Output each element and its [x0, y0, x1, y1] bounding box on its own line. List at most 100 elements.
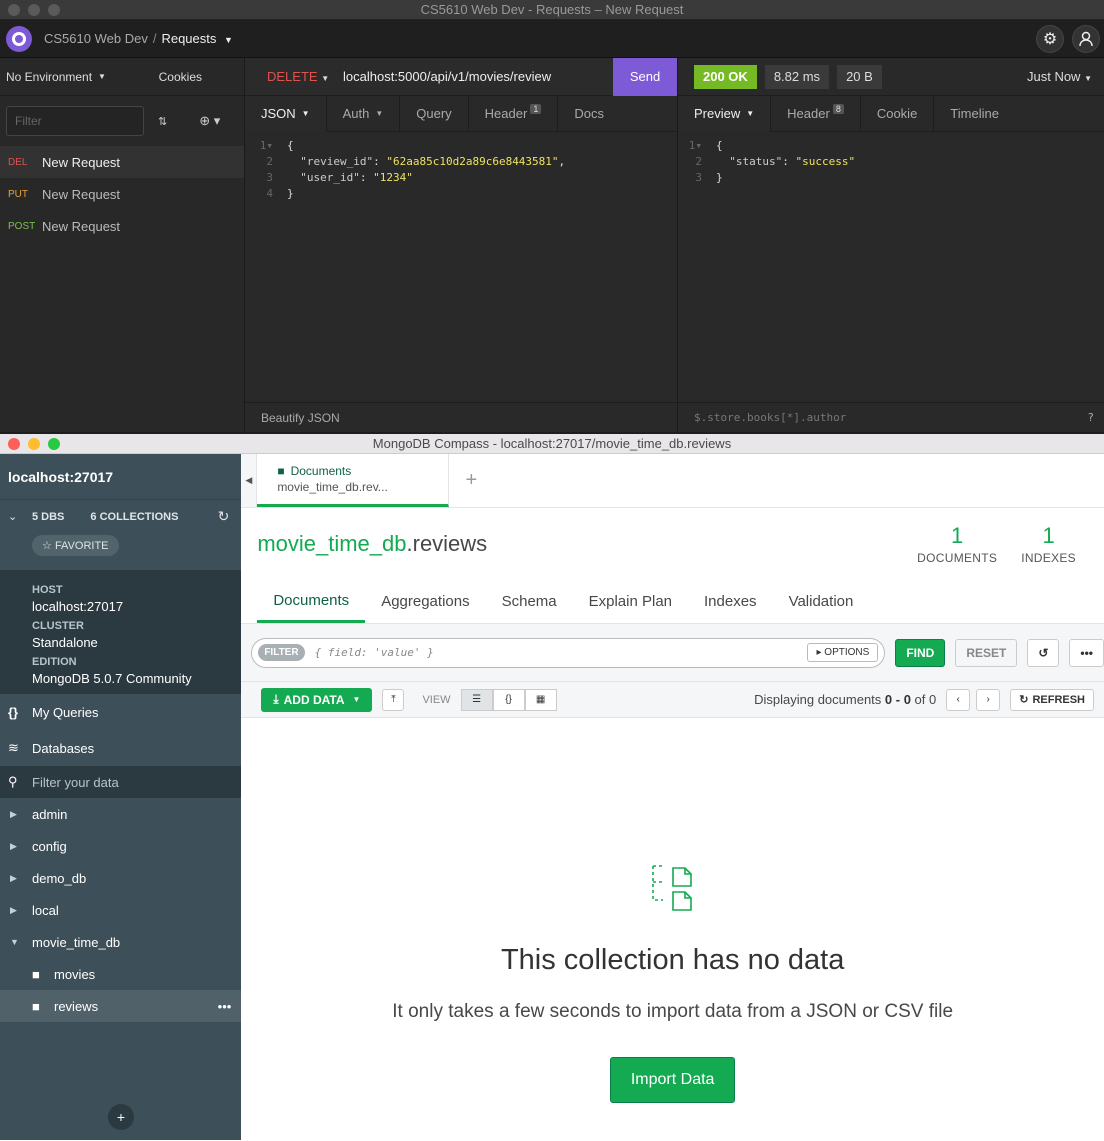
subtab-validation[interactable]: Validation	[773, 580, 870, 623]
connection-title: localhost:27017	[0, 454, 242, 500]
namespace-db: movie_time_db	[257, 531, 407, 556]
url-input[interactable]: localhost:5000/api/v1/movies/review	[343, 69, 613, 84]
import-data-button[interactable]: Import Data	[609, 1057, 736, 1103]
breadcrumb-separator: /	[152, 31, 157, 46]
refresh-icon: ↻	[1019, 694, 1029, 706]
subtab-documents[interactable]: Documents	[257, 580, 366, 623]
method-badge: POST	[8, 220, 36, 232]
filter-data-input[interactable]: ⚲ Filter your data	[0, 766, 242, 798]
subtab-schema[interactable]: Schema	[486, 580, 573, 623]
db-item-demo-db[interactable]: ▶ demo_db	[0, 862, 241, 894]
create-database-plus-icon[interactable]: +	[108, 1104, 134, 1130]
json-key: "user_id"	[300, 171, 360, 184]
reset-button[interactable]: RESET	[955, 638, 1018, 667]
nav-databases[interactable]: ≋ Databases	[0, 730, 241, 766]
refresh-button[interactable]: ↻ REFRESH	[1010, 688, 1094, 711]
workspace-name: CS5610 Web Dev	[44, 31, 148, 46]
tab-cookie[interactable]: Cookie	[861, 95, 935, 132]
tab-docs[interactable]: Docs	[558, 96, 620, 132]
caret-right-icon: ▶	[10, 808, 17, 819]
nav-my-queries[interactable]: {} My Queries	[0, 694, 241, 730]
more-icon[interactable]: •••	[1069, 638, 1104, 667]
table-view-icon[interactable]: ▦	[524, 688, 557, 711]
beautify-json-button[interactable]: Beautify JSON	[245, 402, 677, 432]
account-user-icon[interactable]	[1072, 24, 1100, 53]
database-icon: ≋	[8, 740, 19, 755]
help-icon[interactable]: ?	[1087, 411, 1094, 424]
method-badge: DEL	[8, 156, 28, 168]
chevron-right-icon[interactable]: ›	[976, 688, 1001, 711]
new-tab-plus-icon[interactable]: +	[449, 454, 493, 507]
db-item-movie-time-db[interactable]: ▼ movie_time_db	[0, 926, 241, 958]
folder-icon: ■	[32, 966, 40, 982]
tab-query[interactable]: Query	[400, 95, 469, 132]
tab-documents-reviews[interactable]: ■ Documents movie_time_db.rev...	[257, 454, 450, 507]
options-button[interactable]: ▸ OPTIONS	[807, 643, 879, 662]
info-value: MongoDB 5.0.7 Community	[32, 671, 192, 686]
insomnia-logo-icon[interactable]	[6, 25, 32, 52]
request-item[interactable]: PUT New Request	[0, 178, 244, 210]
sort-icon[interactable]: ⇅	[158, 115, 167, 128]
db-item-config[interactable]: ▶ config	[0, 830, 241, 862]
db-item-admin[interactable]: ▶ admin	[0, 798, 241, 830]
close-window-button[interactable]	[8, 3, 20, 16]
collection-item-reviews[interactable]: ■ reviews •••	[0, 990, 242, 1022]
tab-timeline[interactable]: Timeline	[934, 96, 1015, 132]
star-icon: ☆	[42, 540, 52, 552]
tab-header[interactable]: Header 1	[469, 95, 559, 132]
subtab-aggregations[interactable]: Aggregations	[365, 580, 485, 623]
refresh-icon[interactable]: ↻	[218, 508, 230, 525]
export-icon[interactable]: ⤒	[382, 688, 405, 711]
settings-gear-icon[interactable]: ⚙	[1036, 24, 1064, 53]
query-filter-bar[interactable]: FILTER { field: 'value' } ▸ OPTIONS	[251, 637, 886, 668]
db-name: demo_db	[32, 870, 87, 886]
tab-subtitle: movie_time_db.rev...	[277, 480, 388, 494]
zoom-window-button[interactable]	[48, 3, 60, 16]
filter-tag: FILTER	[258, 644, 305, 661]
chevron-left-icon[interactable]: ‹	[946, 688, 971, 711]
json-key: "status"	[729, 155, 783, 168]
tab-title: Documents	[290, 464, 352, 478]
workspace-current[interactable]: Requests	[161, 31, 216, 46]
request-pane: DELETE ▼ localhost:5000/api/v1/movies/re…	[245, 57, 678, 432]
favorite-button[interactable]: ☆ FAVORITE	[32, 535, 119, 556]
request-filter-input[interactable]: Filter	[6, 106, 144, 136]
filter-input[interactable]: { field: 'value' }	[315, 646, 808, 659]
db-item-local[interactable]: ▶ local	[0, 894, 241, 926]
tab-response-header[interactable]: Header 8	[771, 95, 861, 132]
minimize-window-button[interactable]	[28, 437, 40, 450]
environment-selector[interactable]: No Environment	[6, 70, 92, 84]
workspace-breadcrumb[interactable]: CS5610 Web Dev / Requests ▼	[44, 31, 233, 46]
subtab-explain-plan[interactable]: Explain Plan	[573, 580, 688, 623]
send-button[interactable]: Send	[613, 57, 677, 96]
request-item[interactable]: DEL New Request	[0, 146, 244, 178]
tab-preview[interactable]: Preview ▼	[678, 95, 772, 132]
jsonpath-filter-input[interactable]: $.store.books[*].author ?	[678, 402, 1104, 432]
method-selector[interactable]: DELETE ▼	[245, 69, 343, 84]
zoom-window-button[interactable]	[48, 437, 60, 450]
empty-subtitle: It only takes a few seconds to import da…	[392, 1001, 954, 1022]
subtab-indexes[interactable]: Indexes	[688, 580, 773, 623]
minimize-window-button[interactable]	[28, 3, 40, 16]
find-button[interactable]: FIND	[895, 638, 946, 667]
chevron-down-icon: ▼	[746, 109, 755, 118]
request-item[interactable]: POST New Request	[0, 210, 244, 242]
tab-auth[interactable]: Auth ▼	[327, 95, 401, 132]
jsonpath-placeholder: $.store.books[*].author	[694, 411, 847, 424]
json-view-icon[interactable]: {}	[492, 688, 525, 711]
tab-json[interactable]: JSON ▼	[245, 95, 327, 132]
documents-label: DOCUMENTS	[917, 551, 998, 565]
history-icon[interactable]: ↺	[1027, 638, 1060, 667]
add-data-button[interactable]: ⤓ ADD DATA ▼	[261, 687, 373, 712]
collapse-sidebar-icon[interactable]: ◀	[241, 454, 258, 507]
request-body-editor[interactable]: 1▾{ 2 "review_id": "62aa85c10d2a89c6e844…	[245, 132, 677, 202]
more-options-icon[interactable]: •••	[218, 999, 232, 1014]
add-request-plus-icon[interactable]: ⊕ ▾	[199, 113, 220, 129]
cookies-button[interactable]: Cookies	[159, 70, 202, 84]
close-window-button[interactable]	[8, 437, 20, 450]
db-name: config	[32, 838, 67, 854]
history-dropdown[interactable]: Just Now ▼	[1027, 69, 1092, 84]
collection-item-movies[interactable]: ■ movies	[0, 958, 241, 990]
list-view-icon[interactable]: ☰	[460, 688, 493, 711]
chevron-down-icon[interactable]: ⌄	[8, 510, 32, 523]
